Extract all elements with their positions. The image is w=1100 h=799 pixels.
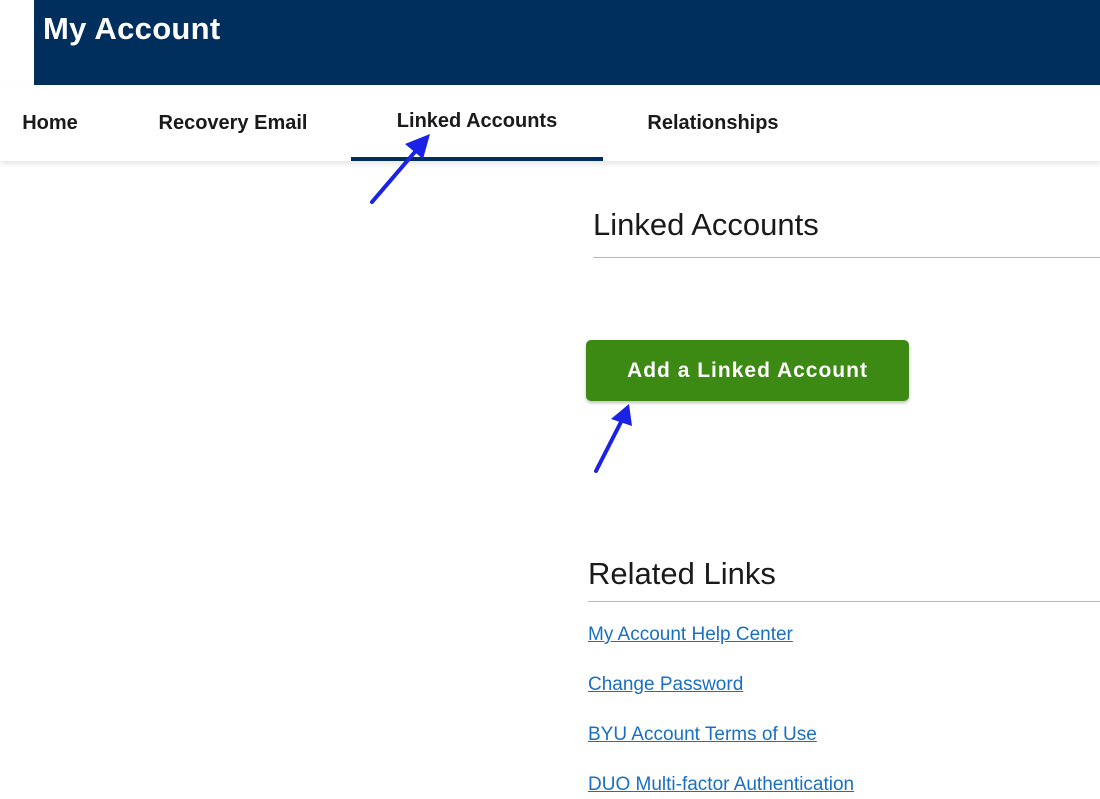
add-linked-account-button[interactable]: Add a Linked Account <box>586 340 909 401</box>
list-item: DUO Multi-factor Authentication <box>588 774 854 799</box>
linked-accounts-heading: Linked Accounts <box>593 207 819 242</box>
help-center-link[interactable]: My Account Help Center <box>588 624 793 645</box>
tab-recovery-email[interactable]: Recovery Email <box>130 85 336 161</box>
list-item: Change Password <box>588 674 854 724</box>
section-divider <box>593 257 1100 258</box>
change-password-link[interactable]: Change Password <box>588 674 743 695</box>
terms-of-use-link[interactable]: BYU Account Terms of Use <box>588 724 817 745</box>
app-header: My Account <box>34 0 1100 85</box>
arrow-to-add-button-icon <box>594 404 632 473</box>
tab-home[interactable]: Home <box>0 85 100 161</box>
list-item: My Account Help Center <box>588 624 854 674</box>
list-item: BYU Account Terms of Use <box>588 724 854 774</box>
tab-relationships[interactable]: Relationships <box>618 85 808 161</box>
duo-mfa-link[interactable]: DUO Multi-factor Authentication <box>588 774 854 795</box>
nav-tabs: Home Recovery Email Linked Accounts Rela… <box>0 85 1100 161</box>
related-links-heading: Related Links <box>588 556 776 591</box>
tab-linked-accounts[interactable]: Linked Accounts <box>351 85 603 161</box>
related-divider <box>588 601 1100 602</box>
page-title: My Account <box>43 11 221 46</box>
related-links-list: My Account Help Center Change Password B… <box>588 624 854 799</box>
